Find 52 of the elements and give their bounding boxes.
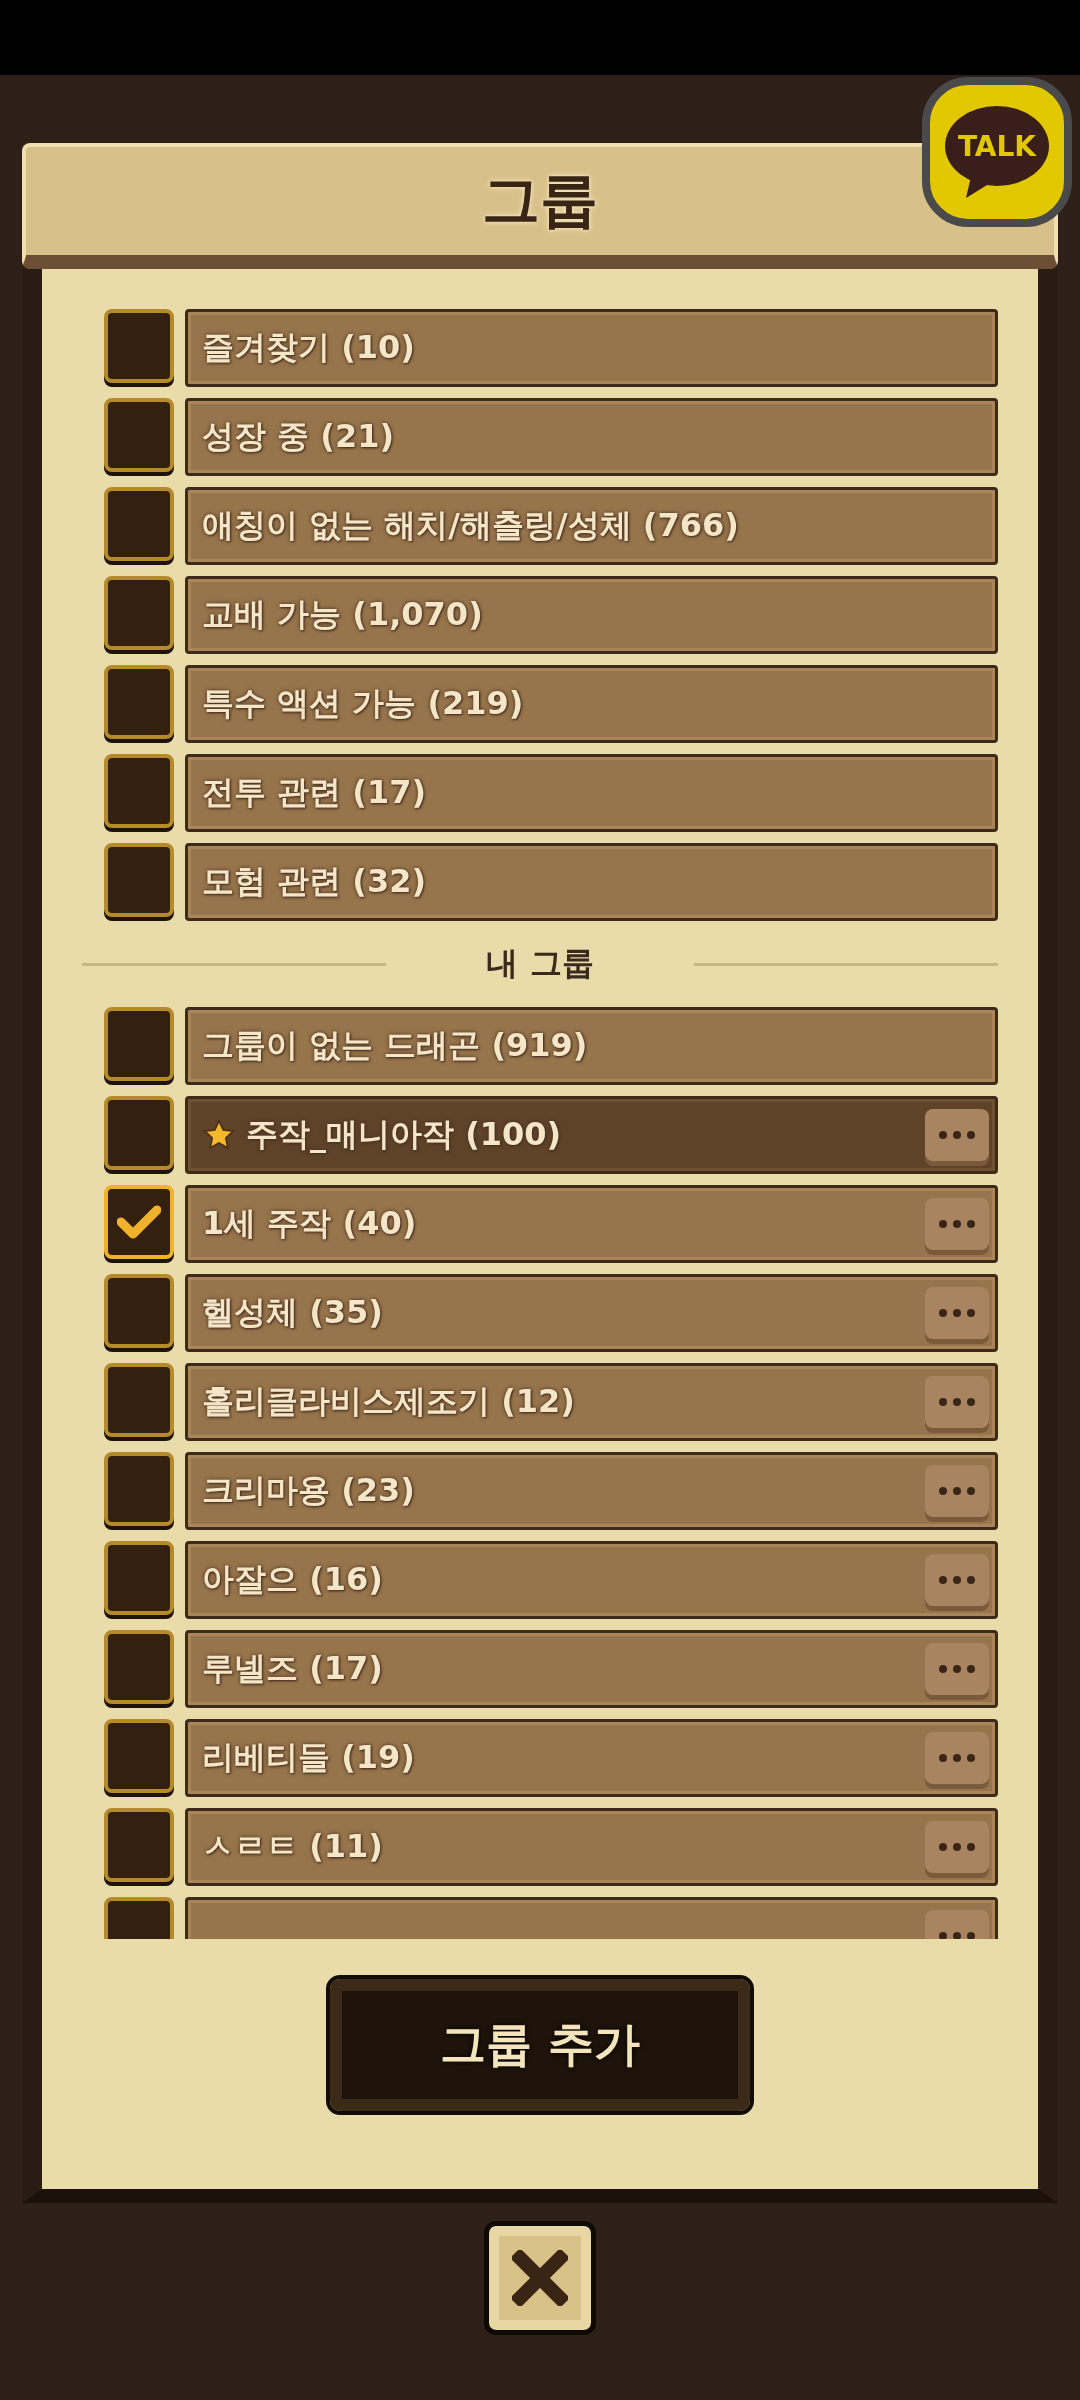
group-row[interactable]: 특수 액션 가능 (219)	[185, 665, 998, 743]
group-label: 성장 중 (21)	[202, 416, 396, 457]
group-label: 크리마용 (23)	[202, 1470, 416, 1511]
section-heading: 내 그룹	[485, 943, 595, 984]
more-icon	[937, 1219, 977, 1229]
talk-label: TALK	[957, 129, 1037, 163]
more-icon	[937, 1397, 977, 1407]
more-icon	[937, 1753, 977, 1763]
group-row[interactable]: 그룹이 없는 드래곤 (919)	[185, 1007, 998, 1085]
group-row[interactable]: 애칭이 없는 해치/해츨링/성체 (766)	[185, 487, 998, 565]
more-icon	[937, 1308, 977, 1318]
group-row[interactable]: 모험 관련 (32)	[185, 843, 998, 921]
star-icon	[202, 1118, 236, 1152]
group-label: ㅅㄹㅌ (11)	[202, 1826, 384, 1867]
group-label: 주작_매니아작 (100)	[246, 1114, 563, 1155]
group-row[interactable]: 루넬즈 (17)	[185, 1630, 998, 1708]
more-icon	[937, 1486, 977, 1496]
group-label: 홀리클라비스제조기 (12)	[202, 1381, 576, 1422]
group-row[interactable]: ㅅㄹㅌ (11)	[185, 1808, 998, 1886]
group-label: 루넬즈 (17)	[202, 1648, 384, 1689]
group-row[interactable]: 성장 중 (21)	[185, 398, 998, 476]
group-label: 전투 관련 (17)	[202, 772, 428, 813]
more-icon	[937, 1931, 977, 1939]
group-row[interactable]: 교배 가능 (1,070)	[185, 576, 998, 654]
more-icon	[937, 1575, 977, 1585]
group-label: 애칭이 없는 해치/해츨링/성체 (766)	[202, 505, 740, 546]
group-label: 리베티들 (19)	[202, 1737, 416, 1778]
group-row[interactable]: 리베티들 (19)	[185, 1719, 998, 1797]
close-icon	[512, 2250, 568, 2306]
group-label: 1세 주작 (40)	[202, 1203, 418, 1244]
group-label: 모험 관련 (32)	[202, 861, 428, 902]
talk-badge[interactable]: TALK	[922, 77, 1072, 227]
group-row[interactable]: 즐겨찾기 (10)	[185, 309, 998, 387]
more-icon	[937, 1842, 977, 1852]
group-label: 아잘으 (16)	[202, 1559, 384, 1600]
close-button[interactable]	[484, 2221, 596, 2335]
check-icon	[117, 1204, 161, 1240]
group-row[interactable]: 크리마용 (23)	[185, 1452, 998, 1530]
more-icon	[937, 1130, 977, 1140]
group-row[interactable]: 주작_매니아작 (100)	[185, 1096, 998, 1174]
dialog-title: 그룹	[482, 165, 598, 236]
group-row[interactable]: 아잘으 (16)	[185, 1541, 998, 1619]
group-label: 특수 액션 가능 (219)	[202, 683, 525, 724]
group-row[interactable]: 헬성체 (35)	[185, 1274, 998, 1352]
group-row[interactable]: 전투 관련 (17)	[185, 754, 998, 832]
group-label: 교배 가능 (1,070)	[202, 594, 484, 635]
group-row[interactable]: 1세 주작 (40)	[185, 1185, 998, 1263]
group-row[interactable]: 홀리클라비스제조기 (12)	[185, 1363, 998, 1441]
group-label: 헬성체 (35)	[202, 1292, 384, 1333]
group-label: 그룹이 없는 드래곤 (919)	[202, 1025, 589, 1066]
group-label: 즐겨찾기 (10)	[202, 327, 416, 368]
more-icon	[937, 1664, 977, 1674]
